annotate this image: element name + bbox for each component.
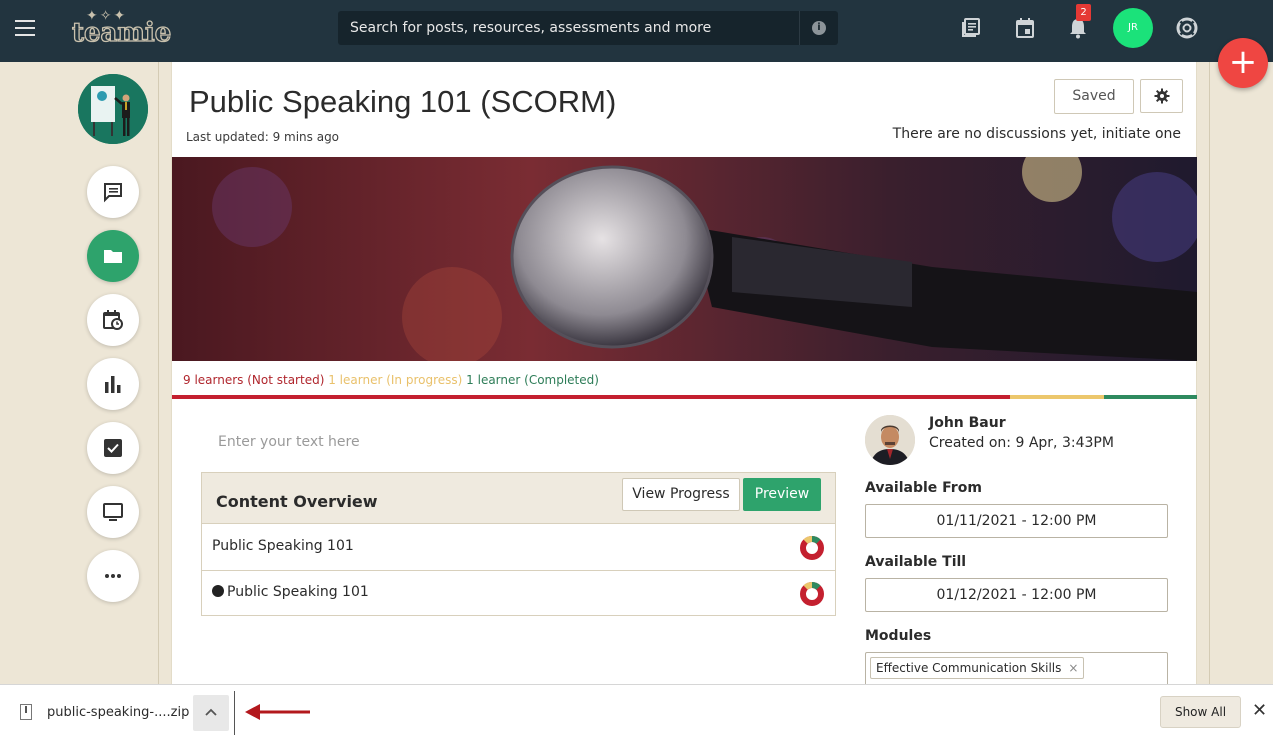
- learner-progress-bar: [172, 395, 1197, 399]
- presenter-illustration-icon: [78, 74, 148, 144]
- bullet-dot-icon: [212, 585, 224, 597]
- course-main-panel: Public Speaking 101 (SCORM) Last updated…: [171, 62, 1197, 688]
- zip-file-icon: [20, 704, 32, 720]
- teamie-logo[interactable]: ✦✧✦ teamie: [71, 8, 172, 50]
- course-banner-image: [172, 157, 1197, 361]
- page-title: Public Speaking 101 (SCORM): [189, 84, 617, 119]
- assessments-nav-button[interactable]: [87, 422, 139, 474]
- preview-button[interactable]: Preview: [743, 478, 821, 511]
- content-row-label: Public Speaking 101: [212, 538, 354, 554]
- learners-completed[interactable]: 1 learner (Completed): [466, 373, 599, 387]
- analytics-nav-button[interactable]: [87, 358, 139, 410]
- classroom-nav-button[interactable]: [87, 486, 139, 538]
- right-divider: [1209, 62, 1210, 684]
- close-download-bar-icon[interactable]: ✕: [1252, 701, 1267, 721]
- description-editor-placeholder[interactable]: Enter your text here: [218, 434, 360, 450]
- show-all-button[interactable]: Show All: [1160, 696, 1241, 728]
- info-icon[interactable]: i: [812, 21, 826, 35]
- discussion-prompt-link[interactable]: There are no discussions yet, initiate o…: [893, 126, 1181, 142]
- sidebar-divider: [158, 62, 159, 684]
- folder-icon: [104, 250, 122, 263]
- module-tag: Effective Communication Skills ×: [870, 657, 1085, 679]
- progress-not-started-segment: [172, 395, 1011, 399]
- schedule-nav-button[interactable]: [87, 294, 139, 346]
- left-arrow-annotation-icon: [245, 704, 310, 720]
- available-from-label: Available From: [865, 480, 982, 496]
- calendar-icon[interactable]: [1014, 17, 1036, 39]
- resources-nav-button[interactable]: [87, 230, 139, 282]
- remove-tag-icon[interactable]: ×: [1068, 658, 1078, 678]
- available-till-label: Available Till: [865, 554, 967, 570]
- microphone-photo-icon: [172, 157, 1197, 361]
- content-overview-header: Content Overview View Progress Preview: [202, 473, 835, 524]
- checkbox-icon: [104, 439, 122, 457]
- module-tag-label: Effective Communication Skills: [876, 661, 1062, 675]
- content-row-label-wrap: Public Speaking 101: [212, 584, 369, 600]
- saved-button[interactable]: Saved: [1054, 79, 1134, 114]
- course-avatar[interactable]: [78, 74, 148, 144]
- library-icon[interactable]: [960, 17, 982, 39]
- created-on-text: Created on: 9 Apr, 3:43PM: [929, 435, 1114, 451]
- view-progress-button[interactable]: View Progress: [622, 478, 740, 511]
- add-fab-button[interactable]: +: [1218, 38, 1268, 88]
- chat-icon: [104, 183, 122, 203]
- content-row[interactable]: Public Speaking 101: [202, 571, 835, 617]
- learners-in-progress[interactable]: 1 learner (In progress): [328, 373, 462, 387]
- available-till-field[interactable]: 01/12/2021 - 12:00 PM: [865, 578, 1168, 612]
- search-input[interactable]: [338, 11, 800, 45]
- help-lifebuoy-icon[interactable]: [1176, 17, 1198, 39]
- progress-in-progress-segment: [1010, 395, 1104, 399]
- last-updated-text: Last updated: 9 mins ago: [186, 130, 340, 144]
- author-photo-icon: [865, 415, 915, 465]
- top-navigation-bar: ✦✧✦ teamie i 2 JR: [0, 0, 1273, 62]
- user-avatar[interactable]: JR: [1113, 8, 1153, 48]
- content-row-label: Public Speaking 101: [227, 584, 369, 600]
- progress-donut-icon: [800, 536, 824, 560]
- learner-status-summary: 9 learners (Not started) 1 learner (In p…: [183, 373, 599, 387]
- modules-input[interactable]: Effective Communication Skills ×: [865, 652, 1168, 688]
- monitor-icon: [103, 503, 123, 521]
- settings-button[interactable]: [1140, 79, 1183, 113]
- content-overview-title: Content Overview: [216, 492, 378, 511]
- content-overview-panel: Content Overview View Progress Preview P…: [201, 472, 836, 616]
- learners-not-started[interactable]: 9 learners (Not started): [183, 373, 324, 387]
- calendar-clock-icon: [103, 310, 123, 330]
- modules-label: Modules: [865, 628, 932, 644]
- bar-chart-icon: [105, 376, 121, 393]
- more-nav-button[interactable]: [87, 550, 139, 602]
- author-avatar[interactable]: [865, 415, 915, 465]
- logo-text: teamie: [71, 17, 172, 48]
- download-file-name[interactable]: public-speaking-....zip: [47, 705, 189, 720]
- download-options-button[interactable]: [193, 695, 229, 731]
- discussions-nav-button[interactable]: [87, 166, 139, 218]
- download-separator: [234, 691, 235, 735]
- available-from-field[interactable]: 01/11/2021 - 12:00 PM: [865, 504, 1168, 538]
- chevron-up-icon: [205, 708, 217, 716]
- global-search: i: [338, 11, 838, 45]
- content-row[interactable]: Public Speaking 101: [202, 525, 835, 571]
- progress-completed-segment: [1103, 395, 1197, 399]
- more-dots-icon: [105, 574, 121, 578]
- gear-icon: [1154, 88, 1170, 104]
- progress-donut-icon: [800, 582, 824, 606]
- hamburger-menu-icon[interactable]: [15, 20, 35, 36]
- download-bar: public-speaking-....zip Show All ✕: [0, 684, 1273, 740]
- author-name[interactable]: John Baur: [929, 415, 1006, 431]
- notification-count-badge: 2: [1076, 4, 1091, 21]
